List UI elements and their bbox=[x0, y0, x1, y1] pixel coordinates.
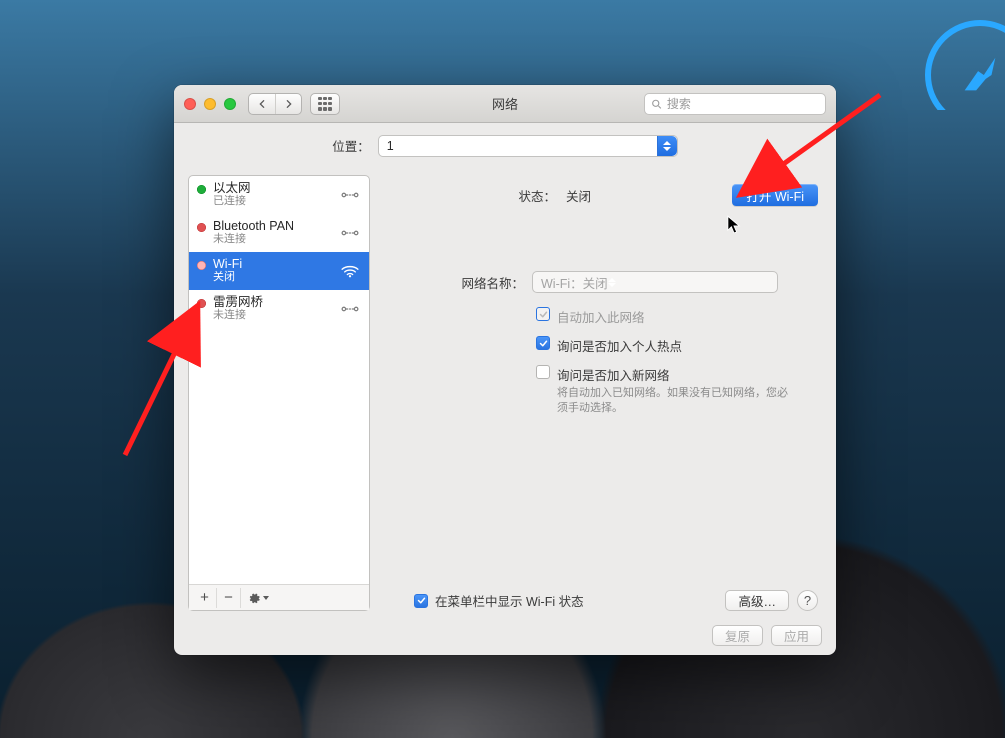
service-name: Wi-Fi bbox=[213, 257, 242, 271]
location-select[interactable]: 1 bbox=[378, 135, 678, 157]
chevron-right-icon bbox=[284, 99, 294, 109]
zoom-window-button[interactable] bbox=[224, 98, 236, 110]
option-ask-new-networks-label: 询问是否加入新网络 bbox=[557, 365, 796, 384]
apply-button[interactable]: 应用 bbox=[771, 625, 822, 646]
checkbox-ask-new-networks[interactable] bbox=[536, 365, 550, 379]
status-dot-red bbox=[197, 299, 206, 308]
location-value: 1 bbox=[387, 139, 394, 153]
unicorn-icon bbox=[957, 52, 1003, 98]
sidebar-footer: + − bbox=[189, 584, 369, 610]
remove-service-button[interactable]: − bbox=[217, 588, 241, 608]
service-status: 未连接 bbox=[213, 309, 263, 322]
chevron-updown-icon bbox=[608, 278, 616, 287]
service-status: 关闭 bbox=[213, 271, 242, 284]
search-field[interactable] bbox=[644, 93, 826, 115]
add-service-button[interactable]: + bbox=[193, 588, 217, 608]
status-dot-red bbox=[197, 223, 206, 232]
plus-icon: + bbox=[200, 589, 209, 606]
check-icon bbox=[417, 596, 426, 605]
revert-button[interactable]: 复原 bbox=[712, 625, 763, 646]
grid-icon bbox=[318, 97, 332, 111]
network-name-value: Wi-Fi：关闭 bbox=[541, 273, 608, 292]
wifi-icon bbox=[339, 263, 361, 279]
corner-badge bbox=[915, 10, 1005, 110]
status-dot-green bbox=[197, 185, 206, 194]
gear-icon bbox=[248, 592, 260, 604]
minus-icon: − bbox=[224, 589, 233, 606]
option-ask-hotspot[interactable]: 询问是否加入个人热点 bbox=[536, 336, 796, 355]
service-status: 未连接 bbox=[213, 233, 294, 246]
location-label: 位置： bbox=[332, 136, 370, 155]
location-row: 位置： 1 bbox=[174, 123, 836, 169]
show-all-button[interactable] bbox=[310, 93, 340, 115]
minimize-window-button[interactable] bbox=[204, 98, 216, 110]
option-ask-new-networks-subtext: 将自动加入已知网络。如果没有已知网络，您必须手动选择。 bbox=[557, 386, 796, 416]
checkbox-ask-hotspot[interactable] bbox=[536, 336, 550, 350]
service-status: 已连接 bbox=[213, 195, 251, 208]
close-window-button[interactable] bbox=[184, 98, 196, 110]
status-row: 状态： 关闭 打开 Wi-Fi bbox=[386, 181, 818, 209]
service-item-ethernet[interactable]: 以太网 已连接 bbox=[189, 176, 369, 214]
ethernet-icon bbox=[339, 301, 361, 317]
option-ask-hotspot-label: 询问是否加入个人热点 bbox=[557, 336, 682, 355]
search-icon bbox=[651, 98, 662, 110]
service-item-bluetooth-pan[interactable]: Bluetooth PAN 未连接 bbox=[189, 214, 369, 252]
checkbox-auto-join[interactable] bbox=[536, 307, 550, 321]
window-footer: 复原 应用 bbox=[174, 621, 836, 655]
body: 以太网 已连接 Bluetooth PAN 未连接 bbox=[174, 169, 836, 621]
nav-back-forward bbox=[248, 93, 302, 115]
preferences-window: 网络 位置： 1 以太网 已连接 bbox=[174, 85, 836, 655]
status-dot-red bbox=[197, 261, 206, 270]
back-button[interactable] bbox=[249, 94, 275, 114]
chevron-updown-icon bbox=[657, 136, 677, 156]
services-list: 以太网 已连接 Bluetooth PAN 未连接 bbox=[189, 176, 369, 584]
checkbox-show-in-menubar[interactable] bbox=[414, 594, 428, 608]
panel-bottom-row: 在菜单栏中显示 Wi-Fi 状态 高级… ? bbox=[414, 584, 818, 611]
chevron-left-icon bbox=[257, 99, 267, 109]
search-input[interactable] bbox=[667, 97, 819, 111]
service-settings-button[interactable] bbox=[241, 588, 275, 608]
option-ask-new-networks[interactable]: 询问是否加入新网络 将自动加入已知网络。如果没有已知网络，您必须手动选择。 bbox=[536, 365, 796, 416]
traffic-lights bbox=[184, 98, 240, 110]
wifi-options: 自动加入此网络 询问是否加入个人热点 询问是否加入新网络 将自动加入已知网络。如… bbox=[536, 307, 796, 416]
ethernet-icon bbox=[339, 187, 361, 203]
advanced-button[interactable]: 高级… bbox=[725, 590, 789, 611]
status-label: 状态： bbox=[386, 186, 558, 205]
network-name-row: 网络名称： Wi-Fi：关闭 bbox=[386, 271, 818, 293]
turn-on-wifi-button[interactable]: 打开 Wi-Fi bbox=[732, 184, 818, 206]
network-name-select[interactable]: Wi-Fi：关闭 bbox=[532, 271, 778, 293]
service-item-thunderbolt-bridge[interactable]: 雷雳网桥 未连接 bbox=[189, 290, 369, 328]
chevron-down-icon bbox=[263, 596, 269, 600]
option-auto-join-label: 自动加入此网络 bbox=[557, 307, 645, 326]
service-name: 雷雳网桥 bbox=[213, 295, 263, 309]
forward-button[interactable] bbox=[275, 94, 301, 114]
service-name: 以太网 bbox=[213, 181, 251, 195]
network-name-label: 网络名称： bbox=[386, 273, 524, 292]
option-auto-join[interactable]: 自动加入此网络 bbox=[536, 307, 796, 326]
option-show-in-menubar[interactable]: 在菜单栏中显示 Wi-Fi 状态 bbox=[414, 591, 717, 610]
status-value: 关闭 bbox=[566, 186, 591, 205]
service-name: Bluetooth PAN bbox=[213, 219, 294, 233]
check-icon bbox=[539, 339, 548, 348]
help-button[interactable]: ? bbox=[797, 590, 818, 611]
details-panel: 状态： 关闭 打开 Wi-Fi 网络名称： Wi-Fi：关闭 bbox=[384, 175, 822, 611]
check-icon bbox=[539, 310, 548, 319]
ethernet-icon bbox=[339, 225, 361, 241]
service-item-wifi[interactable]: Wi-Fi 关闭 bbox=[189, 252, 369, 290]
titlebar: 网络 bbox=[174, 85, 836, 123]
show-in-menubar-label: 在菜单栏中显示 Wi-Fi 状态 bbox=[435, 591, 584, 610]
services-sidebar: 以太网 已连接 Bluetooth PAN 未连接 bbox=[188, 175, 370, 611]
